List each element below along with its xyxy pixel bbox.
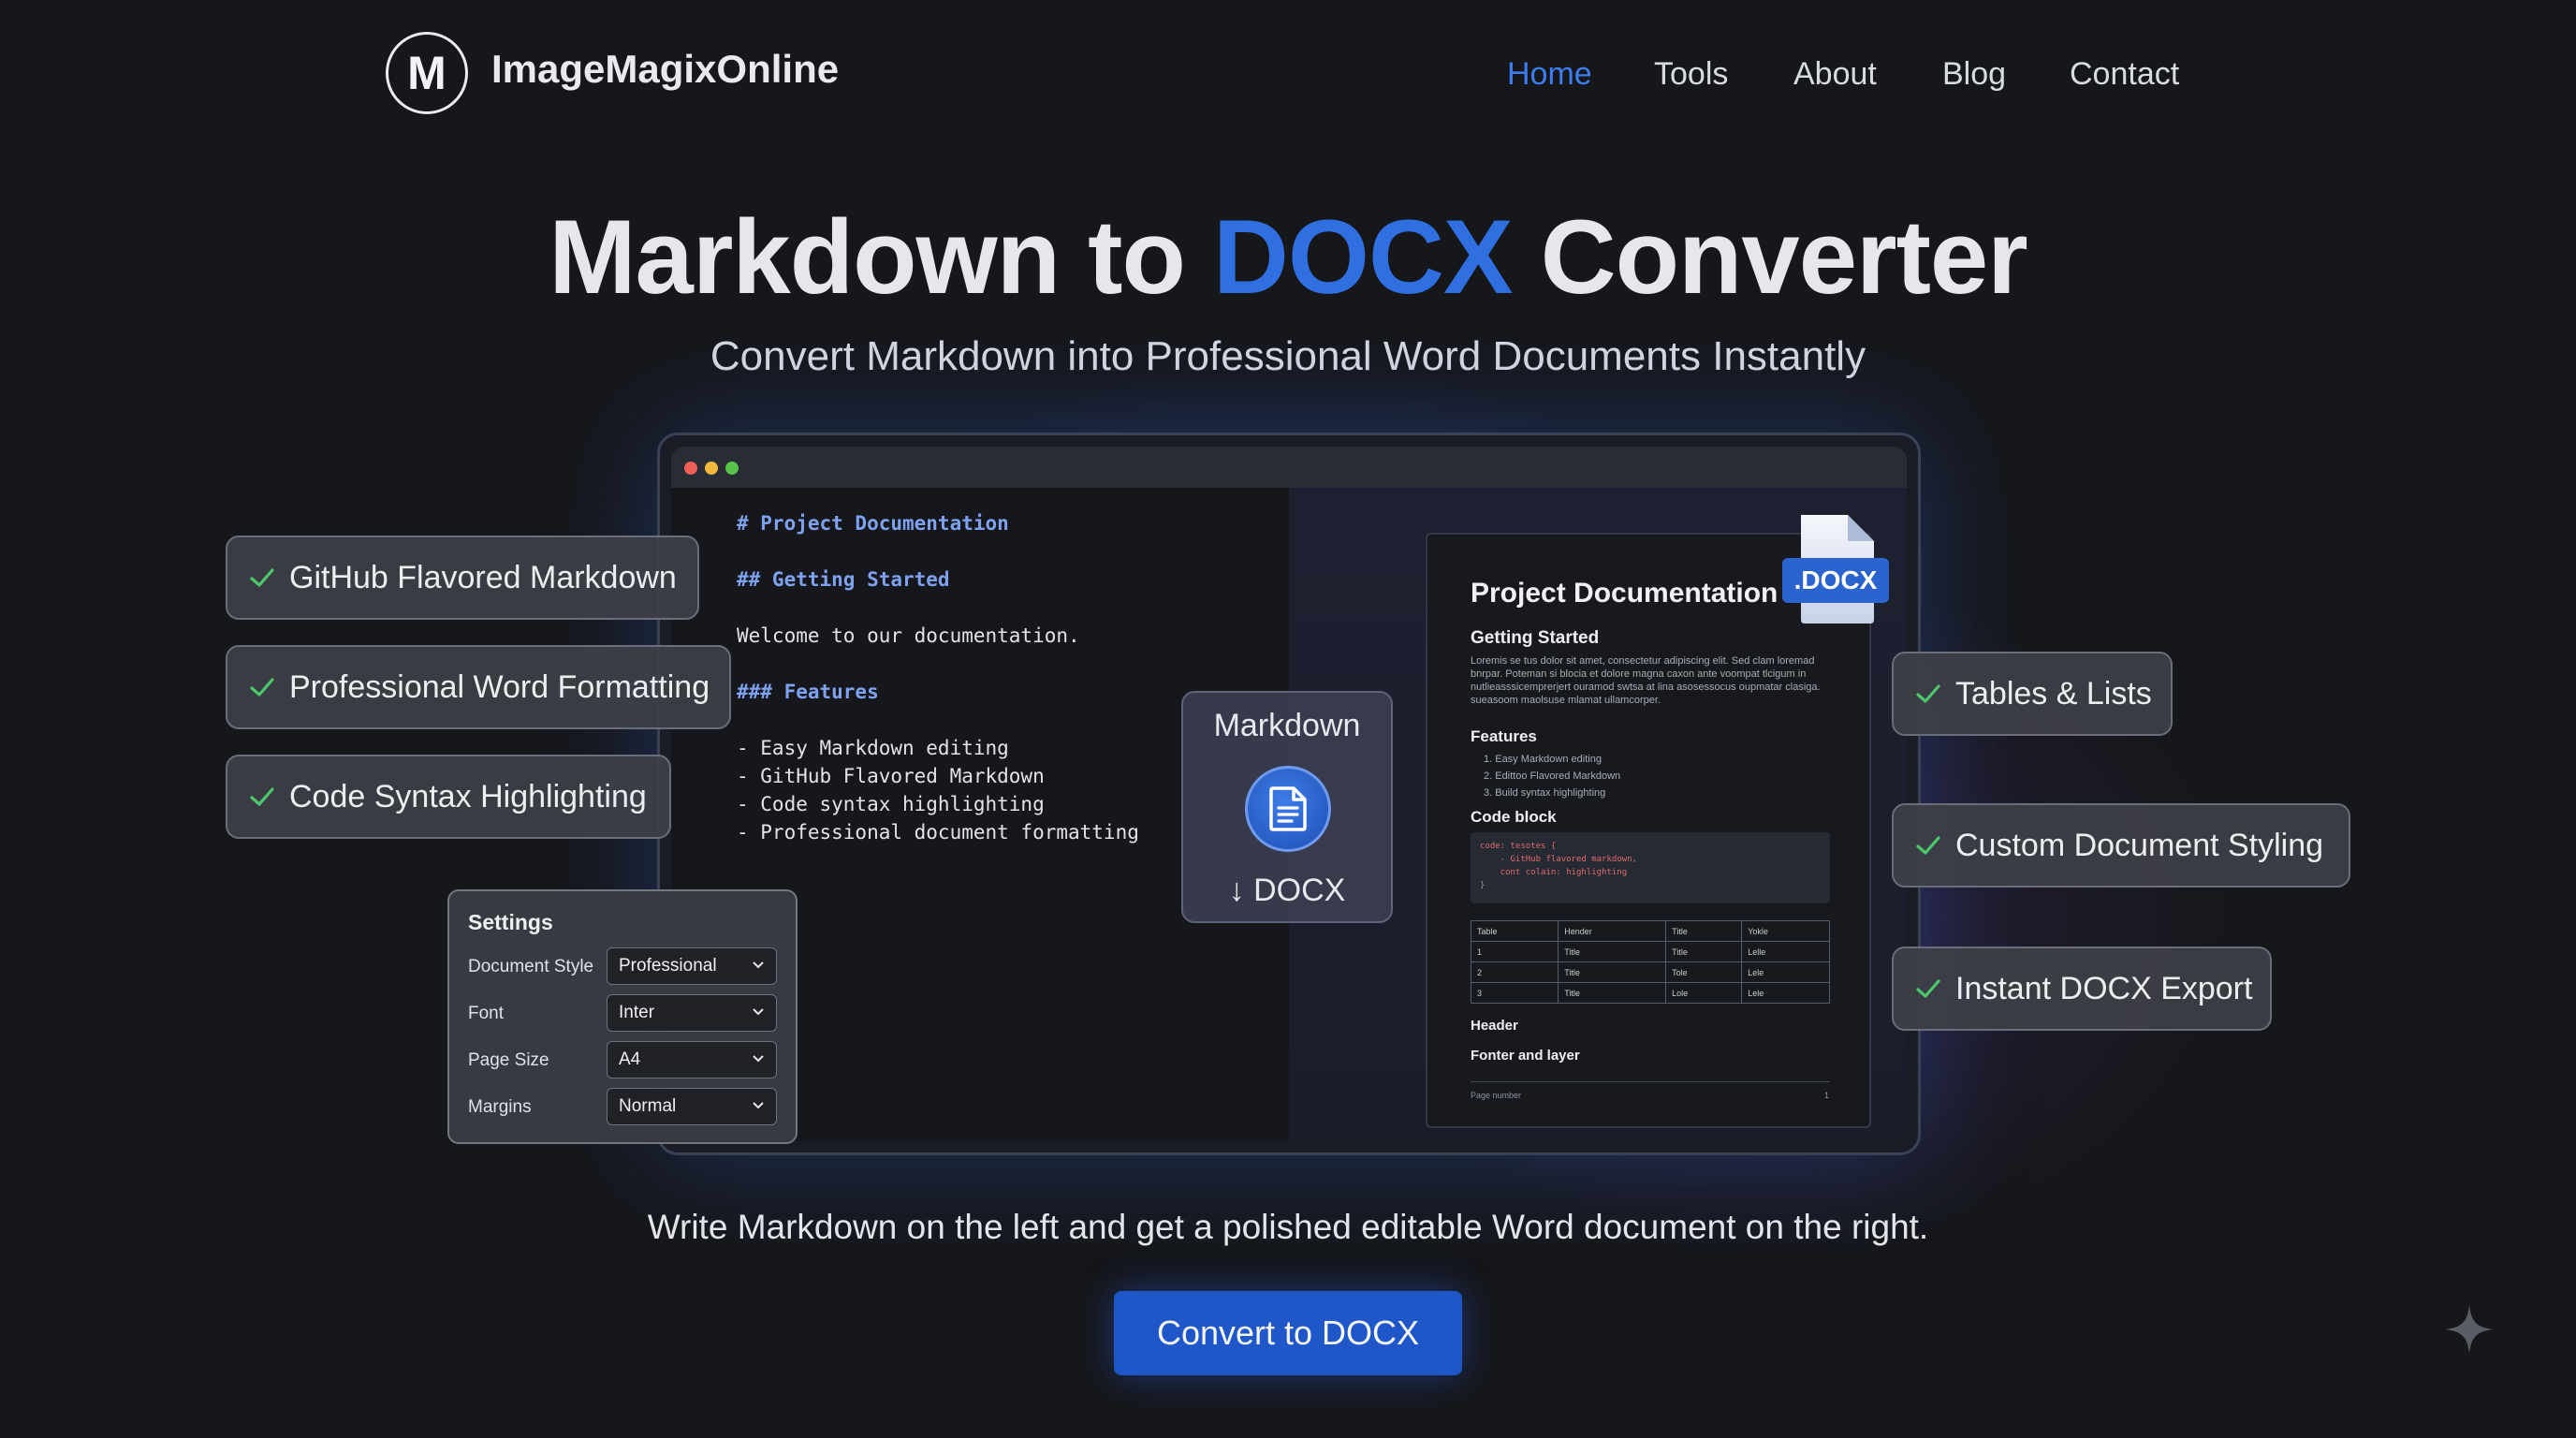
editor-line: ### Features — [737, 681, 879, 703]
feature-label: Professional Word Formatting — [289, 668, 710, 705]
checkmark-icon — [1916, 836, 1940, 855]
chevron-down-icon — [753, 1102, 764, 1109]
doc-list-item: 3. Build syntax highlighting — [1484, 787, 1606, 799]
table-row: 2 Title Tole Lele — [1470, 961, 1830, 983]
close-dot-icon — [684, 462, 697, 475]
page-size-select[interactable]: A4 — [607, 1041, 777, 1078]
conversion-card: Markdown ↓ DOCX — [1181, 691, 1393, 923]
font-label: Font — [468, 1004, 505, 1023]
feature-chip: Custom Document Styling — [1892, 803, 2350, 888]
maximize-dot-icon — [725, 462, 739, 475]
margins-label: Margins — [468, 1097, 532, 1117]
brand-name[interactable]: ImageMagixOnline — [491, 47, 839, 92]
nav-blog[interactable]: Blog — [1942, 56, 2006, 93]
sparkle-icon — [2445, 1305, 2494, 1354]
feature-chip: GitHub Flavored Markdown — [226, 536, 699, 620]
hero-title: Markdown to DOCX Converter — [549, 198, 2028, 315]
table-row: Table Hender Title Yokle — [1470, 920, 1830, 942]
doc-heading: Code block — [1471, 808, 1557, 826]
feature-label: Custom Document Styling — [1955, 827, 2324, 863]
document-icon — [1269, 786, 1307, 831]
hero-subtitle: Convert Markdown into Professional Word … — [710, 333, 1866, 379]
doc-table: Table Hender Title Yokle 1 Title Title Lelle 2… — [1470, 920, 1830, 1004]
doc-code-block: code: tesotes { - GitHub flavored markdo… — [1471, 832, 1830, 903]
document-style-label: Document Style — [468, 957, 594, 976]
editor-line: - Professional document formatting — [737, 821, 1139, 844]
feature-chip: Professional Word Formatting — [226, 645, 731, 729]
feature-chip: Code Syntax Highlighting — [226, 755, 671, 839]
doc-heading: Getting Started — [1471, 628, 1600, 648]
minimize-dot-icon — [705, 462, 718, 475]
feature-label: Tables & Lists — [1955, 675, 2152, 712]
checkmark-icon — [250, 678, 274, 697]
nav-home[interactable]: Home — [1507, 56, 1592, 93]
doc-heading: Features — [1471, 727, 1537, 745]
margins-select[interactable]: Normal — [607, 1088, 777, 1125]
nav-tools[interactable]: Tools — [1654, 56, 1728, 93]
editor-line: Welcome to our documentation. — [737, 624, 1080, 647]
feature-label: GitHub Flavored Markdown — [289, 559, 677, 595]
feature-label: Code Syntax Highlighting — [289, 778, 647, 814]
doc-title: Project Documentation — [1471, 578, 1778, 609]
editor-line: # Project Documentation — [737, 512, 1009, 535]
editor-line: - Easy Markdown editing — [737, 737, 1009, 759]
doc-list-item: 1. Easy Markdown editing — [1484, 754, 1602, 765]
checkmark-icon — [1916, 684, 1940, 703]
doc-paragraph: Loremis se tus dolor sit amet, consectet… — [1471, 655, 1821, 706]
window-titlebar — [671, 447, 1907, 488]
conversion-to-label: ↓ DOCX — [1228, 873, 1346, 908]
docx-badge: .DOCX — [1782, 558, 1889, 603]
feature-label: Instant DOCX Export — [1955, 970, 2253, 1006]
logo-icon[interactable]: M — [386, 32, 468, 114]
document-style-select[interactable]: Professional — [607, 947, 777, 985]
table-row: 3 Title Lole Lele — [1470, 982, 1830, 1004]
hero-title-accent: DOCX — [1213, 198, 1514, 315]
editor-line: - Code syntax highlighting — [737, 793, 1045, 815]
chevron-down-icon — [753, 1008, 764, 1016]
font-select[interactable]: Inter — [607, 994, 777, 1032]
settings-title: Settings — [468, 910, 553, 934]
table-row: 1 Title Title Lelle — [1470, 941, 1830, 962]
doc-list-item: 2. Edittoo Flavored Markdown — [1484, 770, 1621, 782]
convert-document-button[interactable] — [1245, 766, 1331, 852]
convert-to-docx-button[interactable]: Convert to DOCX — [1114, 1291, 1462, 1375]
conversion-from-label: Markdown — [1213, 708, 1361, 743]
doc-footer-divider — [1471, 1081, 1830, 1082]
chevron-down-icon — [753, 1055, 764, 1063]
nav-contact[interactable]: Contact — [2070, 56, 2179, 93]
checkmark-icon — [250, 568, 274, 587]
doc-page-number: 1 — [1824, 1091, 1830, 1100]
checkmark-icon — [1916, 979, 1940, 998]
page-size-label: Page Size — [468, 1050, 549, 1070]
feature-chip: Instant DOCX Export — [1892, 946, 2272, 1031]
doc-header-label: Header — [1471, 1018, 1518, 1034]
editor-line: - GitHub Flavored Markdown — [737, 765, 1045, 787]
feature-chip: Tables & Lists — [1892, 652, 2173, 736]
editor-line: ## Getting Started — [737, 568, 950, 591]
doc-footer-label: Fonter and layer — [1471, 1048, 1580, 1064]
doc-page-label: Page number — [1471, 1091, 1522, 1100]
tagline: Write Markdown on the left and get a pol… — [647, 1208, 1929, 1246]
settings-panel: Settings Document Style Professional Fon… — [447, 889, 798, 1144]
chevron-down-icon — [753, 961, 764, 969]
checkmark-icon — [250, 787, 274, 806]
nav-about[interactable]: About — [1793, 56, 1877, 93]
